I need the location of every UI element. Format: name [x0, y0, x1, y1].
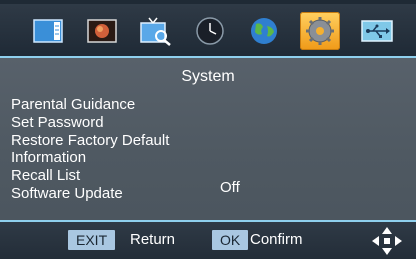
menu-title: System: [181, 68, 235, 85]
system-menu-list: Parental Guidance Set Password Restore F…: [11, 96, 311, 203]
tv-menu-screen: System Parental Guidance Set Password Re…: [0, 0, 416, 259]
language-globe-icon[interactable]: [244, 12, 284, 50]
time-icon[interactable]: [190, 12, 230, 50]
menu-item-recall-list[interactable]: Recall List: [11, 167, 311, 185]
exit-key-label: Return: [130, 231, 176, 248]
picture-icon[interactable]: [82, 12, 122, 50]
menu-item-parental-guidance[interactable]: Parental Guidance: [11, 96, 311, 114]
channel-list-icon[interactable]: [29, 12, 69, 50]
ok-key[interactable]: OK: [212, 230, 249, 250]
exit-key[interactable]: EXIT: [68, 230, 116, 250]
menu-item-information[interactable]: Information: [11, 149, 311, 167]
ok-key-label: Confirm: [250, 231, 303, 248]
navigation-arrows-icon: [372, 227, 402, 255]
main-menu-icon-bar: [0, 4, 416, 58]
menu-item-software-update[interactable]: Software Update: [11, 185, 311, 203]
channel-search-icon[interactable]: [136, 12, 176, 50]
usb-icon[interactable]: [357, 12, 397, 50]
system-gear-icon[interactable]: [300, 12, 340, 50]
software-update-value[interactable]: Off: [220, 179, 240, 196]
footer-bar: EXIT Return OK Confirm: [0, 220, 416, 259]
menu-item-set-password[interactable]: Set Password: [11, 114, 311, 132]
menu-item-restore-factory-default[interactable]: Restore Factory Default: [11, 132, 311, 150]
